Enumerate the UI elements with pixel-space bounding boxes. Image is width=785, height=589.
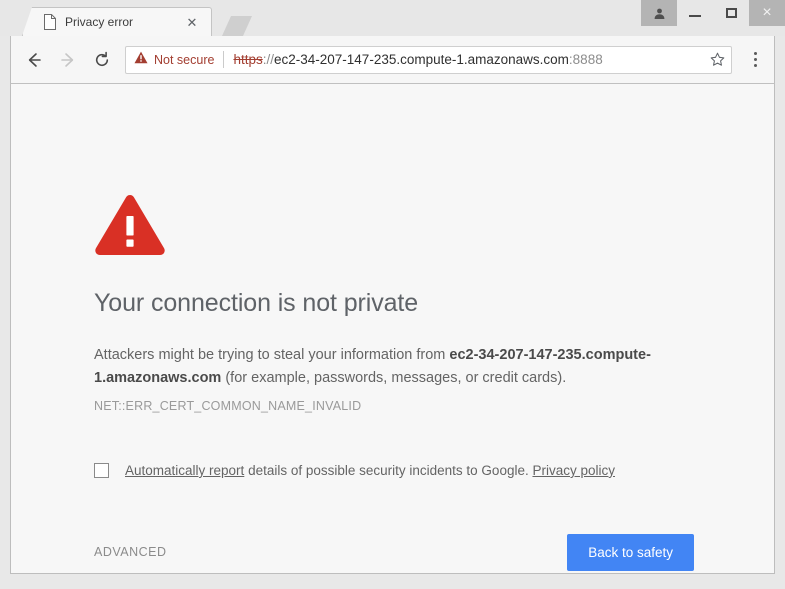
error-description-prefix: Attackers might be trying to steal your … bbox=[94, 347, 450, 363]
new-tab-button[interactable] bbox=[222, 16, 252, 36]
title-bar: Privacy error ✕ × bbox=[0, 0, 785, 36]
page-icon bbox=[43, 14, 57, 30]
privacy-policy-link[interactable]: Privacy policy bbox=[532, 463, 615, 478]
url-host: ec2-34-207-147-235.compute-1.amazonaws.c… bbox=[274, 52, 569, 67]
report-optout-row: Automatically report details of possible… bbox=[94, 462, 694, 478]
minimize-button[interactable] bbox=[677, 0, 713, 26]
url-separator: :// bbox=[262, 52, 274, 67]
advanced-button[interactable]: ADVANCED bbox=[94, 545, 167, 559]
error-description-suffix: (for example, passwords, messages, or cr… bbox=[221, 370, 567, 387]
auto-report-label: Automatically report details of possible… bbox=[125, 463, 615, 478]
tab-privacy-error[interactable]: Privacy error ✕ bbox=[22, 7, 212, 36]
browser-toolbar: Not secure https://ec2-34-207-147-235.co… bbox=[10, 36, 775, 84]
error-description: Attackers might be trying to steal your … bbox=[94, 344, 694, 391]
warning-triangle-icon bbox=[134, 51, 148, 69]
auto-report-middle-text: details of possible security incidents t… bbox=[244, 462, 533, 478]
close-window-icon: × bbox=[762, 4, 772, 21]
page-title: Your connection is not private bbox=[94, 289, 419, 317]
close-window-button[interactable]: × bbox=[749, 0, 785, 26]
menu-dot bbox=[753, 64, 757, 67]
error-warning-triangle-icon bbox=[94, 192, 694, 261]
auto-report-checkbox[interactable] bbox=[94, 462, 109, 478]
back-to-safety-button[interactable]: Back to safety bbox=[567, 533, 694, 571]
ssl-interstitial: Your connection is not private Attackers… bbox=[94, 192, 694, 571]
back-button[interactable] bbox=[17, 43, 51, 77]
menu-dot bbox=[753, 52, 757, 55]
browser-window: Privacy error ✕ × Not secure https://ec2… bbox=[0, 0, 785, 589]
window-controls: × bbox=[641, 0, 785, 26]
address-bar[interactable]: Not secure https://ec2-34-207-147-235.co… bbox=[125, 45, 732, 74]
url-port: :8888 bbox=[568, 52, 603, 67]
reload-button[interactable] bbox=[85, 43, 119, 77]
error-code: NET::ERR_CERT_COMMON_NAME_INVALID bbox=[94, 398, 362, 413]
url-text: https://ec2-34-207-147-235.compute-1.ama… bbox=[233, 52, 703, 67]
url-scheme: https bbox=[233, 52, 263, 67]
profile-avatar-icon[interactable] bbox=[641, 0, 677, 26]
forward-button[interactable] bbox=[51, 43, 85, 77]
bookmark-star-icon[interactable] bbox=[703, 52, 731, 67]
maximize-button[interactable] bbox=[713, 0, 749, 26]
automatically-report-link[interactable]: Automatically report bbox=[125, 463, 244, 478]
security-status[interactable]: Not secure bbox=[126, 51, 214, 69]
tab-title: Privacy error bbox=[65, 15, 134, 29]
not-secure-label: Not secure bbox=[154, 52, 215, 67]
close-icon[interactable]: ✕ bbox=[185, 15, 199, 29]
chrome-menu-button[interactable] bbox=[740, 52, 770, 67]
page-viewport: Your connection is not private Attackers… bbox=[10, 84, 775, 574]
action-row: ADVANCED Back to safety bbox=[94, 533, 694, 571]
menu-dot bbox=[753, 58, 757, 61]
omnibox-divider bbox=[223, 51, 225, 68]
